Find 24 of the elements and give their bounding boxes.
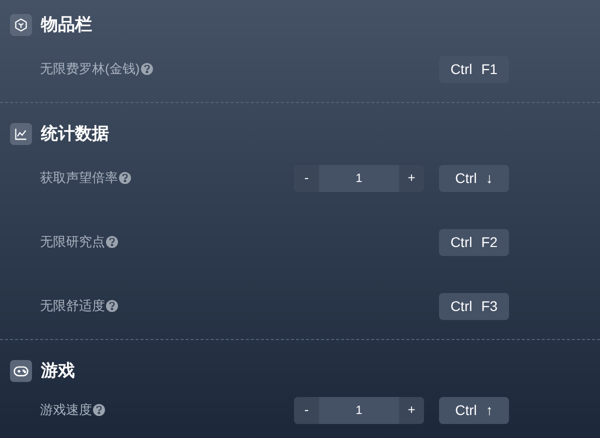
help-icon[interactable] — [119, 172, 131, 184]
value-field[interactable]: 1 — [319, 396, 399, 424]
line-chart-icon — [14, 127, 28, 141]
section-title: 物品栏 — [41, 14, 92, 36]
section-title: 统计数据 — [41, 123, 109, 146]
value-field[interactable]: 1 — [319, 164, 399, 192]
help-icon[interactable] — [106, 236, 118, 248]
number-stepper[interactable]: - 1 + — [294, 396, 424, 424]
setting-label: 游戏速度 — [40, 401, 92, 420]
setting-label: 获取声望倍率 — [40, 169, 118, 188]
gamepad-icon — [13, 364, 29, 378]
shortcut-button[interactable]: Ctrl F3 — [439, 292, 509, 320]
help-icon[interactable] — [140, 63, 153, 75]
shortcut-button[interactable]: Ctrl F2 — [439, 228, 509, 256]
section-title: 游戏 — [41, 360, 75, 382]
shortcut-button[interactable]: Ctrl F1 — [439, 56, 509, 82]
shortcut-button[interactable]: Ctrl ↓ — [439, 164, 509, 192]
cube-icon — [14, 18, 28, 32]
setting-label: 无限费罗林(金钱) — [40, 60, 140, 78]
setting-label: 无限研究点 — [40, 233, 105, 252]
help-icon[interactable] — [93, 404, 105, 416]
setting-label: 无限舒适度 — [40, 297, 105, 316]
help-icon[interactable] — [106, 300, 118, 312]
shortcut-button[interactable]: Ctrl ↑ — [439, 396, 509, 424]
